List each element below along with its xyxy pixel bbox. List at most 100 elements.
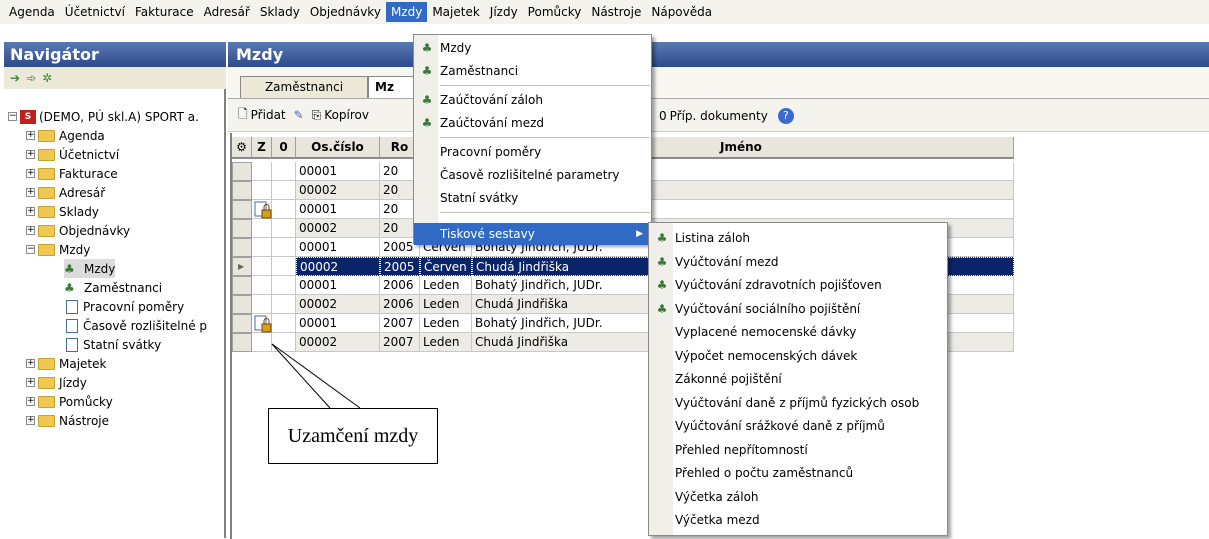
edit-button[interactable]: ✎ [290, 106, 308, 124]
tab-mzdy[interactable]: Mz [368, 76, 418, 98]
arrow-right-icon[interactable]: ➔ [10, 71, 20, 85]
row-selector[interactable] [232, 276, 252, 295]
copy-icon: ⎘ [311, 107, 322, 122]
cell-oscislo: 00002 [296, 257, 380, 276]
row-selector[interactable] [232, 162, 252, 181]
lock-icon [254, 314, 272, 333]
tree-item-mzdy[interactable]: − Mzdy [26, 240, 90, 259]
row-selector[interactable] [232, 238, 252, 257]
lock-icon [254, 200, 272, 219]
attachments-button[interactable]: 0 Příp. dokumenty [655, 107, 772, 125]
col-header-oscislo[interactable]: Os.číslo [296, 137, 380, 159]
report-item[interactable]: ♣ Vyúčtování sociálního pojištění [649, 298, 947, 320]
tree-item-adresar[interactable]: + Adresář [26, 183, 105, 202]
expand-icon[interactable]: + [26, 207, 35, 216]
report-item[interactable]: Vyúčtování srážkové daně z příjmů [649, 415, 947, 437]
row-selector[interactable] [232, 314, 252, 333]
tree-item-majetek[interactable]: + Majetek [26, 354, 106, 373]
row-selector[interactable] [232, 295, 252, 314]
tree-item-statni-svatky[interactable]: Statní svátky [66, 335, 161, 354]
help-icon[interactable]: ? [777, 108, 794, 124]
report-item[interactable]: Vyplacené nemocenské dávky [649, 321, 947, 343]
menu-fakturace[interactable]: Fakturace [130, 2, 199, 22]
double-arrow-icon[interactable]: ➾ [26, 71, 36, 85]
tree-item-nastroje[interactable]: + Nástroje [26, 411, 109, 430]
menu-majetek[interactable]: Majetek [427, 2, 484, 22]
tree-item-pracovni-pomery[interactable]: Pracovní poměry [66, 297, 184, 316]
tree-item-objednavky[interactable]: + Objednávky [26, 221, 130, 240]
col-header-z[interactable]: Z [252, 137, 272, 159]
star-icon[interactable]: ✲ [42, 71, 52, 85]
tree-root[interactable]: − S (DEMO, PÚ skl.A) SPORT a. [8, 107, 199, 126]
grid-settings-icon[interactable]: ⚙ [232, 137, 252, 159]
expand-icon[interactable]: + [26, 359, 35, 368]
report-item[interactable]: Výčetka záloh [649, 486, 947, 508]
report-item[interactable]: ♣ Vyúčtování mezd [649, 251, 947, 273]
cell-attachment [272, 200, 296, 219]
row-selector[interactable] [232, 181, 252, 200]
expand-icon[interactable]: + [26, 150, 35, 159]
row-selector[interactable] [232, 333, 252, 352]
tree-item-zamestnanci[interactable]: ♣ Zaměstnanci [64, 278, 162, 297]
tree-label: Fakturace [59, 166, 118, 181]
tree-item-agenda[interactable]: + Agenda [26, 126, 105, 145]
menu-nastroje[interactable]: Nástroje [586, 2, 646, 22]
report-item[interactable]: Výčetka mezd [649, 509, 947, 531]
report-item[interactable]: ♣ Listina záloh [649, 227, 947, 249]
copy-button[interactable]: ⎘ Kopírov [308, 106, 373, 125]
row-selector[interactable] [232, 219, 252, 238]
tree-label: Nástroje [59, 413, 110, 428]
menu-item-casove[interactable]: Časově rozlišitelné parametry [414, 164, 651, 186]
tree-label: Objednávky [59, 223, 131, 238]
collapse-icon[interactable]: − [26, 245, 35, 254]
menu-item-label: Zaúčtování mezd [440, 116, 545, 130]
tab-zamestnanci[interactable]: Zaměstnanci [240, 76, 368, 98]
menu-item-zamestnanci[interactable]: ♣ Zaměstnanci [414, 60, 651, 82]
menu-napoveda[interactable]: Nápověda [646, 2, 717, 22]
menu-item-tiskove-sestavy[interactable]: Tiskové sestavy ▶ [414, 223, 651, 245]
menu-item-zauctovani-zaloh[interactable]: ♣ Zaúčtování záloh [414, 89, 651, 111]
tree-item-fakturace[interactable]: + Fakturace [26, 164, 118, 183]
col-header-attachment[interactable]: 0 [272, 137, 296, 159]
report-item[interactable]: ♣ Vyúčtování zdravotních pojišťoven [649, 274, 947, 296]
paperclip-icon: 0 [659, 109, 667, 123]
tree-label: Zaměstnanci [84, 280, 163, 295]
report-item[interactable]: Vyúčtování daně z příjmů fyzických osob [649, 392, 947, 414]
expand-icon[interactable]: + [26, 169, 35, 178]
expand-icon[interactable]: + [26, 188, 35, 197]
report-item[interactable]: Výpočet nemocenských dávek [649, 345, 947, 367]
menu-mzdy[interactable]: Mzdy [385, 2, 428, 22]
report-item[interactable]: Přehled nepřítomností [649, 439, 947, 461]
menu-item-statni-svatky[interactable]: Statní svátky [414, 187, 651, 209]
tree-item-ucetnictvi[interactable]: + Účetnictví [26, 145, 119, 164]
report-item[interactable]: Přehled o počtu zaměstnanců [649, 462, 947, 484]
tree-item-sklady[interactable]: + Sklady [26, 202, 99, 221]
expand-icon[interactable]: + [26, 397, 35, 406]
row-selector[interactable]: ▶ [232, 257, 252, 276]
collapse-icon[interactable]: − [8, 112, 17, 121]
menu-adresar[interactable]: Adresář [199, 2, 255, 22]
tree-item-mzdy-sub[interactable]: ♣ Mzdy [64, 259, 116, 278]
tree-label: Pracovní poměry [83, 299, 185, 314]
menu-item-pracovni-pomery[interactable]: Pracovní poměry [414, 141, 651, 163]
menu-ucetnictvi[interactable]: Účetnictví [60, 2, 130, 22]
cell-oscislo: 00001 [296, 276, 380, 295]
add-button[interactable]: 🗋 Přidat [234, 103, 290, 128]
expand-icon[interactable]: + [26, 416, 35, 425]
menu-sklady[interactable]: Sklady [255, 2, 305, 22]
menu-item-mzdy[interactable]: ♣ Mzdy [414, 37, 651, 59]
report-item[interactable]: Zákonné pojištění [649, 368, 947, 390]
tree-item-pomucky[interactable]: + Pomůcky [26, 392, 113, 411]
expand-icon[interactable]: + [26, 226, 35, 235]
menu-item-zauctovani-mezd[interactable]: ♣ Zaúčtování mezd [414, 112, 651, 134]
menu-objednavky[interactable]: Objednávky [305, 2, 386, 22]
expand-icon[interactable]: + [26, 131, 35, 140]
menu-item-label: Tiskové sestavy [440, 227, 535, 241]
tree-item-casove[interactable]: Časově rozlišitelné p [66, 316, 207, 335]
menu-agenda[interactable]: Agenda [4, 2, 60, 22]
menu-jizdy[interactable]: Jízdy [485, 2, 523, 22]
expand-icon[interactable]: + [26, 378, 35, 387]
tree-item-jizdy[interactable]: + Jízdy [26, 373, 87, 392]
row-selector[interactable] [232, 200, 252, 219]
menu-pomucky[interactable]: Pomůcky [523, 2, 587, 22]
